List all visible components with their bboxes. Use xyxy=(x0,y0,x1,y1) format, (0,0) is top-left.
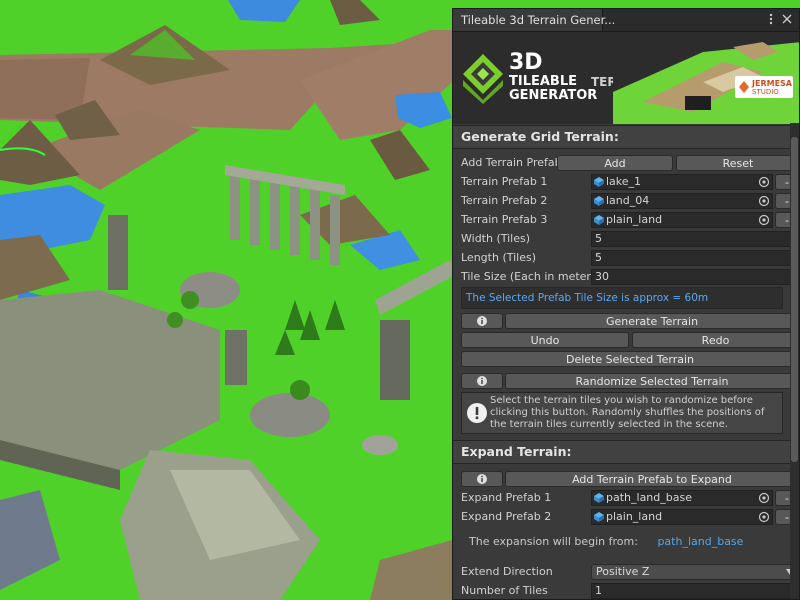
info-icon xyxy=(477,376,487,386)
warning-icon xyxy=(467,403,487,423)
terrain-prefab-value: plain_land xyxy=(606,213,663,226)
studio-name: JERMESA xyxy=(752,79,792,88)
terrain-prefab-value: land_04 xyxy=(606,194,650,207)
add-prefab-row: Add Terrain Prefab: Add Reset xyxy=(453,154,799,172)
expand-prefab-label: Expand Prefab 2 xyxy=(461,510,552,523)
kebab-menu-icon[interactable] xyxy=(765,12,777,26)
prefab-cube-icon xyxy=(594,512,604,522)
undo-button[interactable]: Undo xyxy=(461,332,629,348)
expand-prefab-value: path_land_base xyxy=(606,491,692,504)
studio-badge: JERMESA STUDIO xyxy=(735,76,793,98)
product-banner: 3D TILEABLE TERRAIN GENERATOR JERMESA ST… xyxy=(453,32,799,124)
length-input[interactable]: 5 xyxy=(591,250,799,266)
inspector-scrollbar[interactable] xyxy=(790,123,799,599)
banner-tileable: TILEABLE xyxy=(509,74,578,89)
randomize-selected-terrain-button[interactable]: Randomize Selected Terrain xyxy=(505,373,799,389)
width-input[interactable]: 5 xyxy=(591,231,799,247)
expand-info-button[interactable] xyxy=(461,471,503,487)
terrain-generator-window: Tileable 3d Terrain Gener... 3D TILEABLE… xyxy=(452,8,800,600)
tile-size-input[interactable]: 30 xyxy=(591,269,799,285)
width-row: Width (Tiles) 5 xyxy=(453,230,799,248)
generate-terrain-button[interactable]: Generate Terrain xyxy=(505,313,799,329)
terrain-logo-icon xyxy=(463,54,503,104)
randomize-help-text: Select the terrain tiles you wish to ran… xyxy=(490,395,765,430)
expansion-start-info: The expansion will begin from: path_land… xyxy=(453,527,791,557)
tile-size-note: The Selected Prefab Tile Size is approx … xyxy=(461,287,783,309)
extend-direction-row: Extend Direction Positive Z xyxy=(453,563,799,581)
randomize-row: Randomize Selected Terrain xyxy=(453,372,799,390)
extend-direction-value: Positive Z xyxy=(596,565,650,578)
prefab-cube-icon xyxy=(594,196,604,206)
window-titlebar: Tileable 3d Terrain Gener... xyxy=(453,9,799,32)
prefab-cube-icon xyxy=(594,177,604,187)
length-row: Length (Tiles) 5 xyxy=(453,249,799,267)
expansion-start-text: The expansion will begin from: xyxy=(469,535,638,548)
expand-add-row: Add Terrain Prefab to Expand xyxy=(453,470,799,488)
length-label: Length (Tiles) xyxy=(461,251,537,264)
grid-section-header: Generate Grid Terrain: xyxy=(453,125,791,149)
randomize-info-button[interactable] xyxy=(461,373,503,389)
delete-row: Delete Selected Terrain xyxy=(453,350,799,368)
expand-prefab-value: plain_land xyxy=(606,510,663,523)
undo-redo-row: Undo Redo xyxy=(453,331,799,349)
banner-generator: GENERATOR xyxy=(509,88,598,103)
studio-logo-icon xyxy=(739,81,749,93)
info-icon xyxy=(477,316,487,326)
prefab-cube-icon xyxy=(594,493,604,503)
terrain-prefab-row-2: Terrain Prefab 2 land_04 - xyxy=(453,192,799,210)
number-of-tiles-row: Number of Tiles 1 xyxy=(453,582,799,599)
randomize-help-box: Select the terrain tiles you wish to ran… xyxy=(461,392,783,434)
terrain-prefab-value: lake_1 xyxy=(606,175,642,188)
scrollbar-thumb[interactable] xyxy=(791,137,798,462)
terrain-prefab-field-2[interactable]: land_04 xyxy=(591,193,773,209)
width-label: Width (Tiles) xyxy=(461,232,531,245)
terrain-prefab-label: Terrain Prefab 1 xyxy=(461,175,548,188)
terrain-prefab-label: Terrain Prefab 3 xyxy=(461,213,548,226)
expand-prefab-label: Expand Prefab 1 xyxy=(461,491,552,504)
terrain-prefab-row-1: Terrain Prefab 1 lake_1 - xyxy=(453,173,799,191)
number-of-tiles-input[interactable]: 1 xyxy=(591,583,799,599)
generate-info-button[interactable] xyxy=(461,313,503,329)
terrain-prefab-field-1[interactable]: lake_1 xyxy=(591,174,773,190)
window-tab[interactable]: Tileable 3d Terrain Gener... xyxy=(453,9,615,31)
expand-section-header: Expand Terrain: xyxy=(453,440,791,464)
expansion-start-link[interactable]: path_land_base xyxy=(657,535,743,548)
prefab-cube-icon xyxy=(594,215,604,225)
terrain-prefab-label: Terrain Prefab 2 xyxy=(461,194,548,207)
info-icon xyxy=(477,474,487,484)
object-picker-icon[interactable] xyxy=(758,195,770,207)
add-expand-prefab-button[interactable]: Add Terrain Prefab to Expand xyxy=(505,471,799,487)
redo-button[interactable]: Redo xyxy=(632,332,799,348)
inspector-content: Generate Grid Terrain: Add Terrain Prefa… xyxy=(453,123,799,599)
object-picker-icon[interactable] xyxy=(758,176,770,188)
object-picker-icon[interactable] xyxy=(758,214,770,226)
tile-size-label: Tile Size (Each in meter) xyxy=(461,270,596,283)
expand-prefab-field-2[interactable]: plain_land xyxy=(591,509,773,525)
add-prefab-label: Add Terrain Prefab: xyxy=(461,156,566,169)
generate-row: Generate Terrain xyxy=(453,312,799,330)
expand-prefab-row-2: Expand Prefab 2 plain_land - xyxy=(453,508,799,526)
delete-selected-terrain-button[interactable]: Delete Selected Terrain xyxy=(461,351,799,367)
extend-direction-dropdown[interactable]: Positive Z xyxy=(591,564,799,580)
add-prefab-button[interactable]: Add xyxy=(557,155,673,171)
close-icon[interactable] xyxy=(781,12,793,26)
number-of-tiles-label: Number of Tiles xyxy=(461,584,548,597)
terrain-prefab-field-3[interactable]: plain_land xyxy=(591,212,773,228)
reset-button[interactable]: Reset xyxy=(676,155,799,171)
object-picker-icon[interactable] xyxy=(758,492,770,504)
terrain-prefab-row-3: Terrain Prefab 3 plain_land - xyxy=(453,211,799,229)
tile-size-row: Tile Size (Each in meter) 30 xyxy=(453,268,799,286)
studio-sub: STUDIO xyxy=(752,88,779,96)
extend-direction-label: Extend Direction xyxy=(461,565,553,578)
banner-3d: 3D xyxy=(509,50,543,75)
expand-prefab-row-1: Expand Prefab 1 path_land_base - xyxy=(453,489,799,507)
object-picker-icon[interactable] xyxy=(758,511,770,523)
expand-prefab-field-1[interactable]: path_land_base xyxy=(591,490,773,506)
